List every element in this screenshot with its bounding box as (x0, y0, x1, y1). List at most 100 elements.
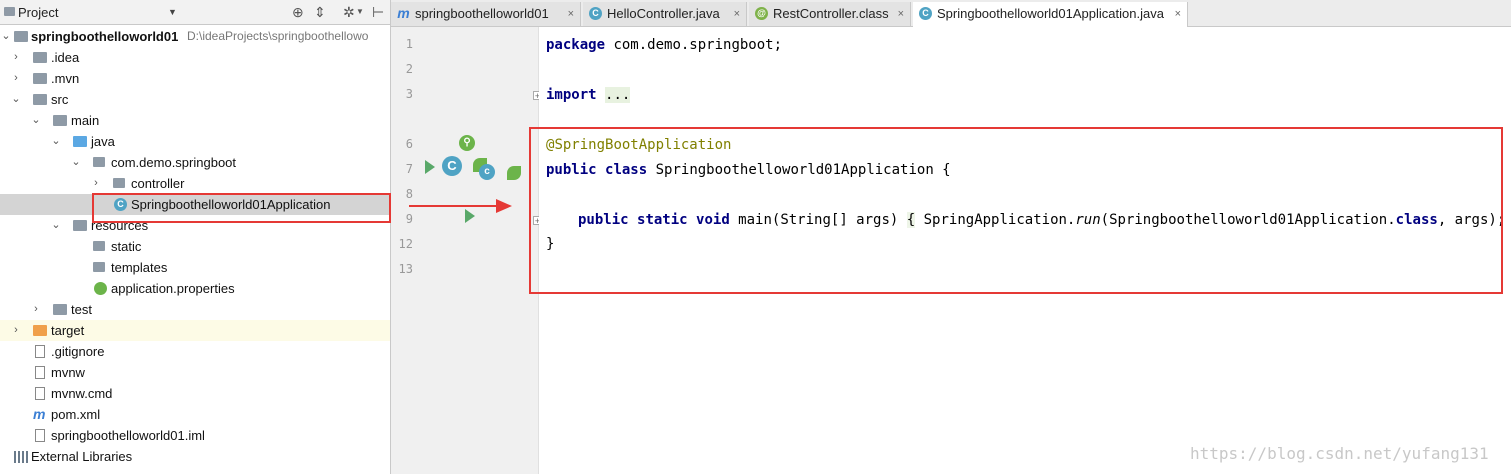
tree-item-templates[interactable]: templates (0, 257, 390, 278)
tab-application[interactable]: C Springboothelloworld01Application.java… (913, 2, 1188, 27)
tree-item-label: com.demo.springboot (111, 155, 237, 170)
chevron-down-icon[interactable]: ⌄ (50, 131, 62, 152)
tree-item-java[interactable]: ⌄ java (0, 131, 390, 152)
highlight-rectangle (529, 127, 1503, 294)
run-icon[interactable] (425, 160, 435, 174)
tree-item-controller[interactable]: › controller (0, 173, 390, 194)
folder-icon (33, 94, 47, 105)
tree-item-label: main (71, 113, 100, 128)
chevron-down-icon[interactable]: ▼ (168, 7, 177, 17)
chevron-right-icon[interactable]: › (90, 173, 102, 194)
file-icon (35, 387, 45, 400)
tab-pom[interactable]: m springboothelloworld01 × (391, 2, 581, 26)
source-folder-icon (73, 136, 87, 147)
spring-bean-icon[interactable]: ⚲ (459, 135, 475, 151)
tree-item-src[interactable]: ⌄ src (0, 89, 390, 110)
run-main-icon[interactable] (465, 209, 475, 223)
tree-item-label: target (51, 323, 85, 338)
tree-item-label: test (71, 302, 92, 317)
tab-rest-controller[interactable]: @ RestController.class × (749, 2, 911, 26)
chevron-right-icon[interactable]: › (30, 299, 42, 320)
folder-icon (33, 52, 47, 63)
project-icon (4, 7, 15, 16)
tree-item-idea[interactable]: › .idea (0, 47, 390, 68)
tree-item-target[interactable]: › target (0, 320, 390, 341)
file-icon (35, 366, 45, 379)
tree-item-label: pom.xml (51, 407, 101, 422)
project-path: D:\ideaProjects\springboothellowo (187, 29, 369, 43)
project-view-selector[interactable]: Project (18, 5, 58, 20)
tree-item-gitignore[interactable]: .gitignore (0, 341, 390, 362)
maven-icon: m (397, 5, 410, 21)
chevron-right-icon[interactable]: › (10, 47, 22, 68)
tree-item-external-libraries[interactable]: External Libraries (0, 446, 390, 467)
tab-label: RestController.class (773, 6, 889, 21)
spring-class-icon: c (479, 164, 495, 180)
tree-item-label: src (51, 92, 69, 107)
tab-label: Springboothelloworld01Application.java (937, 6, 1164, 21)
tree-item-mvn[interactable]: › .mvn (0, 68, 390, 89)
folder-icon (53, 115, 67, 126)
editor-gutter[interactable]: 1 2 3 6 7 8 9 12 13 ⚲ C c + + (391, 27, 542, 474)
tree-item-project-root[interactable]: ⌄ springboothelloworld01 D:\ideaProjects… (0, 26, 390, 47)
spring-config-icon[interactable] (507, 166, 521, 180)
project-tool-window: Project ▼ ⊕ ⇕ ✲ ▼ ⊢ ⌄ springboothellowor… (0, 0, 391, 474)
gear-icon[interactable]: ✲ (343, 3, 355, 21)
chevron-right-icon[interactable]: › (10, 320, 22, 341)
keyword: import (546, 87, 597, 103)
resources-folder-icon (73, 220, 87, 231)
line-number: 12 (398, 237, 413, 251)
tree-item-pom[interactable]: m pom.xml (0, 404, 390, 425)
close-icon[interactable]: × (568, 2, 574, 26)
tree-item-iml[interactable]: springboothelloworld01.iml (0, 425, 390, 446)
tree-item-label: External Libraries (31, 449, 133, 464)
chevron-down-icon[interactable]: ⌄ (10, 89, 22, 110)
spring-class-icon: C (919, 7, 932, 20)
hide-panel-icon[interactable]: ⊢ (372, 3, 384, 21)
tree-item-label: .idea (51, 50, 80, 65)
annotation-icon: @ (755, 7, 768, 20)
line-number: 2 (405, 62, 413, 76)
code-text: com.demo.springboot; (605, 37, 783, 53)
line-number: 1 (405, 37, 413, 51)
line-number: 8 (405, 187, 413, 201)
folder-icon (93, 262, 105, 272)
tree-item-mvnw-cmd[interactable]: mvnw.cmd (0, 383, 390, 404)
tree-item-test[interactable]: › test (0, 299, 390, 320)
tree-item-static[interactable]: static (0, 236, 390, 257)
package-icon (113, 178, 125, 188)
tree-item-label: springboothelloworld01.iml (51, 428, 205, 443)
chevron-down-icon[interactable]: ⌄ (70, 152, 82, 173)
tree-item-label: static (111, 239, 142, 254)
tree-item-label: java (91, 134, 115, 149)
tree-item-main[interactable]: ⌄ main (0, 110, 390, 131)
tab-hello-controller[interactable]: C HelloController.java × (583, 2, 747, 26)
chevron-down-icon[interactable]: ⌄ (50, 215, 62, 236)
project-panel-header: Project ▼ ⊕ ⇕ ✲ ▼ ⊢ (0, 0, 390, 25)
chevron-down-icon[interactable]: ⌄ (0, 26, 12, 47)
close-icon[interactable]: × (898, 2, 904, 26)
chevron-right-icon[interactable]: › (10, 68, 22, 89)
collapse-all-icon[interactable]: ⇕ (314, 3, 326, 21)
editor-tab-bar: m springboothelloworld01 × C HelloContro… (391, 0, 1511, 27)
gear-dropdown-icon[interactable]: ▼ (356, 3, 364, 21)
excluded-folder-icon (33, 325, 47, 336)
tree-item-label: mvnw.cmd (51, 386, 113, 401)
line-number: 6 (405, 137, 413, 151)
line-number: 13 (398, 262, 413, 276)
tree-item-package[interactable]: ⌄ com.demo.springboot (0, 152, 390, 173)
tab-label: springboothelloworld01 (415, 6, 549, 21)
tree-item-label: mvnw (51, 365, 85, 380)
module-folder-icon (14, 31, 28, 42)
close-icon[interactable]: × (734, 2, 740, 26)
class-icon: C (589, 7, 602, 20)
target-icon[interactable]: ⊕ (292, 3, 304, 21)
tree-item-application-properties[interactable]: application.properties (0, 278, 390, 299)
folded-imports[interactable]: ... (605, 87, 631, 103)
chevron-down-icon[interactable]: ⌄ (30, 110, 42, 131)
close-icon[interactable]: × (1175, 2, 1181, 26)
tree-item-label: springboothelloworld01 (31, 29, 179, 44)
arrow-head-icon (496, 199, 512, 213)
line-number: 7 (405, 162, 413, 176)
tree-item-mvnw[interactable]: mvnw (0, 362, 390, 383)
